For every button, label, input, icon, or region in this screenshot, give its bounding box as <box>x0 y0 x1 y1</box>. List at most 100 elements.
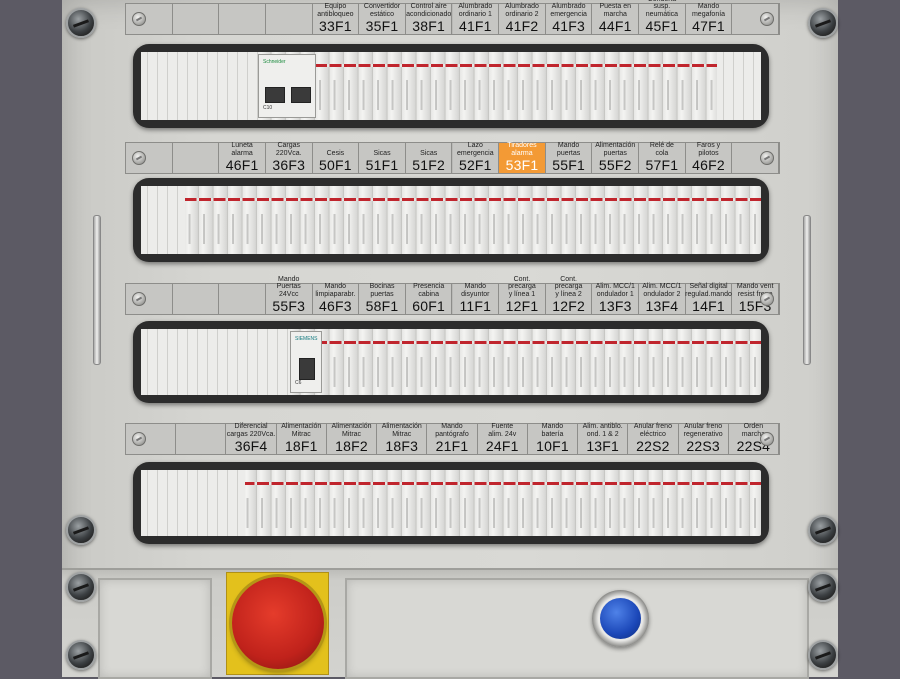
bolt-icon <box>808 640 838 670</box>
circuit-description: Diferencial cargas 220Vca. <box>226 423 276 438</box>
circuit-description: Mando limpiaparabr. <box>315 283 356 298</box>
label-cell: Anular freno regenerativo 22S3 <box>678 423 729 454</box>
label-cell: Alumbrado ordinario 1 41F1 <box>452 3 500 34</box>
panel-handle-left[interactable] <box>93 215 101 365</box>
lower-inset-left <box>98 578 212 679</box>
schneider-breaker[interactable]: Schneider C10 <box>258 54 316 118</box>
circuit-description: Cesis <box>326 149 345 157</box>
label-cell: Diferencial cargas 220Vca. 36F4 <box>226 423 277 454</box>
circuit-description: Presencia cabina <box>413 283 445 298</box>
circuit-code: 58F1 <box>365 298 399 314</box>
label-cell: Tiradores alarma 53F1 <box>499 142 546 173</box>
panel-handle-right[interactable] <box>803 215 811 365</box>
lower-inset-right <box>345 578 809 679</box>
circuit-description: Mando pantógrafo <box>435 423 469 438</box>
circuit-code: 14F1 <box>692 298 725 314</box>
bolt-icon <box>808 8 838 38</box>
circuit-code: 46F1 <box>225 157 259 173</box>
screw-icon <box>760 151 774 165</box>
bolt-icon <box>66 572 96 602</box>
circuit-description: Mando puertas <box>556 142 581 157</box>
label-cell: Cargas 220Vca. 36F3 <box>265 142 313 173</box>
circuit-description: Cont. precarga y línea 2 <box>554 275 583 298</box>
label-cell: Sicas 51F1 <box>359 143 406 173</box>
circuit-code: 50F1 <box>319 157 352 173</box>
circuit-description: Puesta en marcha <box>599 3 631 18</box>
label-strip-row-3: Mando Puertas 24Vcc 55F3 Mando limpiaparab… <box>125 276 780 315</box>
bolt-icon <box>66 515 96 545</box>
label-strip-row-4: Diferencial cargas 220Vca. 36F4 Alimentaci… <box>125 423 780 455</box>
label-cell: Lazo emergencia 52F1 <box>452 142 500 173</box>
circuit-code: 33F1 <box>319 18 352 34</box>
circuit-description: Cargas 220Vca. <box>275 142 302 157</box>
breaker-rail-row-4 <box>133 462 769 544</box>
label-cell: Convertidor estático 35F1 <box>359 3 406 34</box>
label-strip-row-2: Luneta alarma 46F1 Cargas 220Vca. 36F3 Cesis… <box>125 142 780 174</box>
label-cell: Alimentación Mitrac 18F2 <box>326 423 378 454</box>
circuit-code: 18F1 <box>284 438 318 454</box>
bolt-icon <box>808 572 838 602</box>
circuit-code: 13F4 <box>645 298 679 314</box>
circuit-description: Anular freno eléctrico <box>633 423 672 438</box>
circuit-code: 55F3 <box>272 298 306 314</box>
label-cell: Cont. precarga y línea 2 12F2 <box>545 276 593 314</box>
breaker-switch[interactable] <box>299 358 315 380</box>
blank-cover <box>141 329 291 395</box>
emergency-stop-mount <box>226 572 329 675</box>
circuit-description: Alumbrado emergencia <box>550 3 587 18</box>
circuit-description: Anular freno regenerativo <box>683 423 723 438</box>
circuit-description: Mando disyuntor <box>461 283 490 298</box>
blue-button-cap[interactable] <box>600 598 641 639</box>
circuit-description: Fuente alim. 24v <box>488 423 517 438</box>
circuit-description: Lazo emergencia <box>457 142 494 157</box>
breaker-row[interactable] <box>141 186 761 254</box>
label-cell: Alimentación Mitrac 18F1 <box>276 423 327 454</box>
blank-cover <box>141 186 185 254</box>
circuit-description: Alim. MCC/1 ondulador 2 <box>642 283 682 298</box>
label-cell: Mando pantógrafo 21F1 <box>427 423 478 454</box>
emergency-stop-button[interactable] <box>232 577 324 669</box>
blue-push-button[interactable] <box>592 590 649 647</box>
circuit-description: Alumbrado ordinario 2 <box>505 3 539 18</box>
label-cell: Sicas 51F2 <box>405 143 453 173</box>
label-cell: Mando limpiaparabr. 46F3 <box>312 283 360 314</box>
label-cell <box>219 284 266 314</box>
label-cell: Cont. precarga y línea 1 12F1 <box>499 276 546 314</box>
circuit-code: 36F4 <box>234 438 268 454</box>
label-cell <box>172 4 220 34</box>
breaker-rail-row-1: Schneider C10 <box>133 44 769 128</box>
breaker-switch[interactable] <box>265 87 285 103</box>
circuit-code: 22S3 <box>686 438 720 454</box>
screw-icon <box>132 432 146 446</box>
circuit-code: 55F1 <box>552 157 585 173</box>
circuit-code: 38F1 <box>412 18 446 34</box>
circuit-code: 53F1 <box>505 157 539 173</box>
label-cell <box>172 143 220 173</box>
circuit-code: 52F1 <box>458 157 492 173</box>
screw-icon <box>132 292 146 306</box>
breaker-switch[interactable] <box>291 87 311 103</box>
label-cell: Alimentación puertas 55F2 <box>592 142 640 173</box>
circuit-code: 57F1 <box>645 157 679 173</box>
circuit-code: 55F2 <box>598 157 632 173</box>
breaker-rating: C10 <box>263 105 273 111</box>
label-cell <box>176 424 227 454</box>
label-cell: Alim. MCC/1 ondulador 2 13F4 <box>639 283 686 314</box>
circuit-description: Condena susp. neumática <box>645 0 679 18</box>
label-cell: Relé de cola 57F1 <box>639 142 686 173</box>
circuit-description: Cont. precarga y línea 1 <box>508 275 536 298</box>
circuit-code: 12F1 <box>505 298 539 314</box>
circuit-code: 41F2 <box>505 18 539 34</box>
label-cell: Presencia cabina 60F1 <box>405 283 453 314</box>
circuit-description: Equipo antibloqueo <box>317 3 354 18</box>
circuit-code: 10F1 <box>536 438 569 454</box>
circuit-code: 45F1 <box>645 18 679 34</box>
siemens-breaker[interactable]: SIEMENS C6 <box>290 331 322 393</box>
circuit-code: 18F2 <box>335 438 368 454</box>
label-cell: Alumbrado emergencia 41F3 <box>545 3 593 34</box>
label-cell: Anular freno eléctrico 22S2 <box>628 423 679 454</box>
circuit-description: Relé de cola <box>649 142 674 157</box>
label-cell: Mando disyuntor 11F1 <box>452 283 500 314</box>
circuit-code: 46F2 <box>692 157 725 173</box>
breaker-rail-row-2 <box>133 178 769 262</box>
